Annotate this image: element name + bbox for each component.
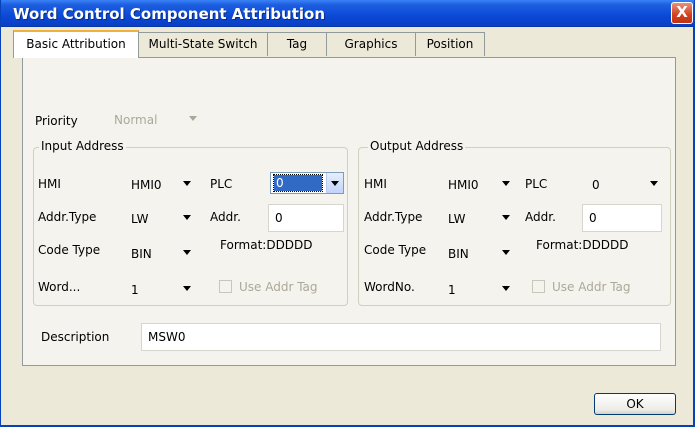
input-use-addr-tag-label: Use Addr Tag	[239, 280, 318, 294]
input-word-select[interactable]: 1	[127, 280, 201, 302]
input-use-addr-tag-checkbox[interactable]	[219, 280, 232, 293]
output-plc-select[interactable]: 0	[588, 175, 664, 197]
output-addr-field[interactable]: 0	[582, 204, 662, 232]
output-word-select[interactable]: 1	[444, 280, 518, 302]
output-addr-type-select[interactable]: LW	[444, 209, 518, 231]
description-label: Description	[41, 330, 110, 344]
output-plc-value: 0	[592, 178, 600, 192]
priority-select: Normal	[110, 110, 226, 132]
tab-basic-attribution[interactable]: Basic Attribution	[13, 30, 139, 58]
output-address-title: Output Address	[368, 139, 466, 153]
input-addr-type-value: LW	[131, 212, 149, 226]
dialog-window: Word Control Component Attribution X Bas…	[0, 0, 695, 427]
input-word-label: Word...	[38, 280, 81, 294]
input-hmi-value: HMI0	[131, 178, 162, 192]
chevron-down-icon	[502, 181, 510, 186]
chevron-down-icon	[189, 116, 197, 121]
output-code-type-label: Code Type	[364, 243, 427, 257]
description-value: MSW0	[148, 330, 186, 344]
input-code-type-value: BIN	[131, 247, 152, 261]
tab-multi-state-switch[interactable]: Multi-State Switch	[138, 32, 268, 56]
chevron-down-icon	[331, 181, 339, 186]
input-plc-label: PLC	[210, 177, 233, 191]
chevron-down-icon	[183, 286, 191, 291]
output-code-type-select[interactable]: BIN	[444, 244, 518, 266]
output-plc-label: PLC	[525, 177, 548, 191]
chevron-down-icon	[183, 215, 191, 220]
close-icon: X	[676, 3, 688, 21]
output-use-addr-tag-checkbox[interactable]	[532, 280, 545, 293]
tab-graphics[interactable]: Graphics	[326, 32, 416, 56]
output-use-addr-tag-label: Use Addr Tag	[552, 280, 631, 294]
input-addr-type-select[interactable]: LW	[127, 209, 201, 231]
output-addr-value: 0	[589, 211, 597, 225]
input-code-type-label: Code Type	[38, 243, 101, 257]
tab-position[interactable]: Position	[415, 32, 485, 56]
output-addr-type-value: LW	[448, 212, 466, 226]
title-bar[interactable]: Word Control Component Attribution X	[1, 0, 694, 27]
input-addr-type-label: Addr.Type	[38, 210, 97, 224]
description-field[interactable]: MSW0	[141, 323, 661, 351]
input-addr-value: 0	[275, 211, 283, 225]
tab-label: Position	[426, 37, 474, 51]
tab-label: Basic Attribution	[26, 37, 126, 51]
input-code-type-select[interactable]: BIN	[127, 244, 201, 266]
input-address-title: Input Address	[39, 139, 126, 153]
output-addr-type-label: Addr.Type	[364, 210, 423, 224]
ok-button-label: OK	[626, 397, 644, 411]
input-plc-select[interactable]: 0	[270, 172, 344, 194]
input-plc-value: 0	[273, 174, 323, 192]
chevron-down-icon	[502, 286, 510, 291]
chevron-down-icon	[502, 250, 510, 255]
chevron-down-icon	[183, 181, 191, 186]
output-format-text: Format:DDDDD	[536, 238, 629, 252]
input-format-text: Format:DDDDD	[220, 238, 313, 252]
output-addr-label: Addr.	[525, 210, 556, 224]
output-code-type-value: BIN	[448, 247, 469, 261]
window-title: Word Control Component Attribution	[13, 5, 326, 23]
chevron-down-icon	[183, 250, 191, 255]
tab-label: Multi-State Switch	[148, 37, 258, 51]
chevron-down-icon	[502, 215, 510, 220]
input-hmi-label: HMI	[38, 177, 61, 191]
chevron-down-icon	[650, 181, 658, 186]
priority-value: Normal	[114, 113, 158, 127]
output-word-value: 1	[448, 283, 456, 297]
input-addr-label: Addr.	[210, 210, 241, 224]
output-hmi-label: HMI	[364, 177, 387, 191]
input-addr-field[interactable]: 0	[268, 204, 344, 232]
tab-label: Tag	[286, 37, 308, 51]
ok-button[interactable]: OK	[594, 393, 676, 415]
input-word-value: 1	[131, 283, 139, 297]
tab-label: Graphics	[344, 37, 398, 51]
tab-tag[interactable]: Tag	[267, 32, 327, 56]
input-hmi-select[interactable]: HMI0	[127, 175, 201, 197]
close-button[interactable]: X	[671, 2, 693, 24]
dropdown-button[interactable]	[326, 173, 343, 193]
output-hmi-value: HMI0	[448, 178, 479, 192]
priority-label: Priority	[35, 114, 78, 128]
output-word-label: WordNo.	[364, 280, 415, 294]
tab-panel-basic-attribution: Priority Normal Input Address HMI HMI0 P…	[22, 57, 676, 366]
output-hmi-select[interactable]: HMI0	[444, 175, 518, 197]
